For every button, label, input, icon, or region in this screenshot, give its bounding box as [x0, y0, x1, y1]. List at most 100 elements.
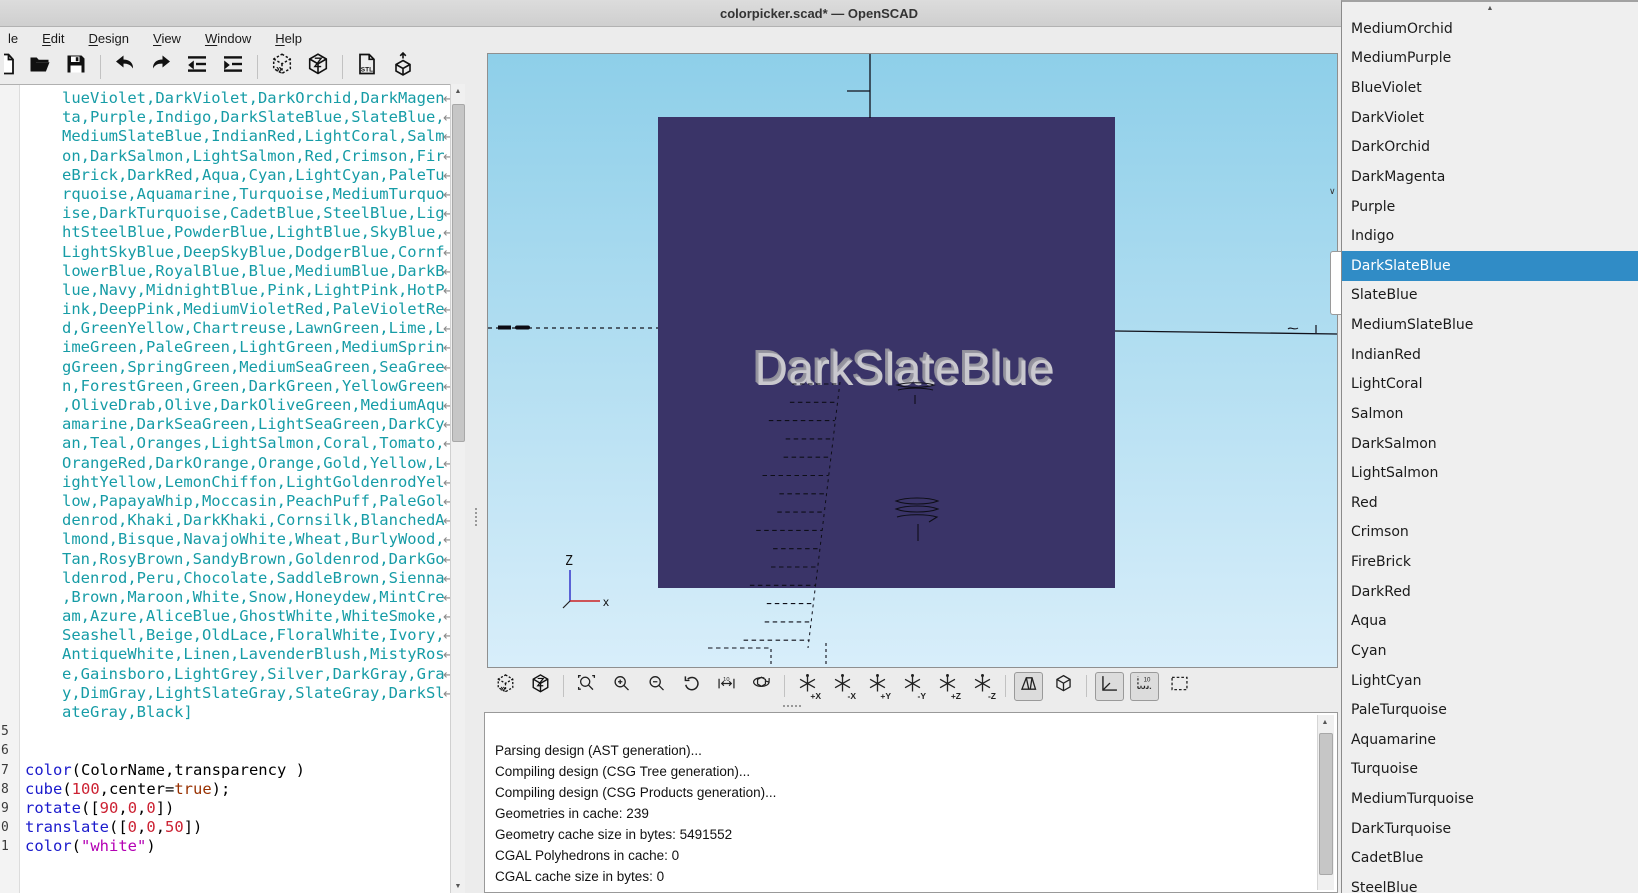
line-number: 6 [1, 743, 9, 759]
orbit-button[interactable] [747, 672, 776, 701]
dropdown-item[interactable]: FireBrick [1342, 547, 1638, 577]
scroll-down-icon[interactable]: ▼ [451, 879, 465, 893]
scroll-up-icon[interactable]: ▲ [451, 84, 465, 98]
dropdown-item[interactable]: Aqua [1342, 607, 1638, 637]
dropdown-item[interactable]: DarkOrchid [1342, 133, 1638, 163]
dropdown-item[interactable]: MediumTurquoise [1342, 784, 1638, 814]
dropdown-item[interactable]: MediumPurple [1342, 44, 1638, 74]
wrap-marker-icon: ↵ [443, 416, 450, 435]
view-right-button[interactable]: +X [793, 672, 822, 701]
show-scale-icon: 10 [1134, 673, 1155, 699]
menu-item-le[interactable]: le [2, 30, 24, 47]
toolbar-separator [563, 675, 564, 697]
render-button[interactable] [526, 672, 555, 701]
editor-line: 7 color(ColorName,transparency ) [1, 760, 305, 779]
redo-button[interactable] [147, 53, 175, 81]
toolbar-separator [257, 54, 258, 79]
dropdown-item[interactable]: DarkMagenta [1342, 162, 1638, 192]
dropdown-item[interactable]: LightCoral [1342, 370, 1638, 400]
wrap-marker-icon: ↵ [443, 512, 450, 531]
wrap-marker-icon: ↵ [443, 205, 450, 224]
dropdown-item[interactable]: LightSalmon [1342, 458, 1638, 488]
undo-button[interactable] [111, 53, 139, 81]
view-front-button[interactable]: -Y [898, 672, 927, 701]
dropdown-item[interactable]: Red [1342, 488, 1638, 518]
zoom-out-button[interactable] [642, 672, 671, 701]
zoom-in-button[interactable] [607, 672, 636, 701]
console-scrollbar[interactable]: ▲ [1317, 715, 1334, 890]
menu-item-edit[interactable]: Edit [36, 30, 70, 47]
wrap-marker-icon: ↵ [443, 455, 450, 474]
dropdown-item[interactable]: DarkSalmon [1342, 429, 1638, 459]
console-scrollbar-thumb[interactable] [1319, 733, 1333, 875]
dropdown-item[interactable]: IndianRed [1342, 340, 1638, 370]
render-icon [306, 52, 330, 81]
menu-item-help[interactable]: Help [269, 30, 308, 47]
editor-line: ink,DeepPink,MediumVioletRed,PaleVioletR… [0, 300, 450, 319]
view-bottom-button[interactable]: -Z [968, 672, 997, 701]
reset-view-button[interactable] [677, 672, 706, 701]
dropdown-item[interactable]: Crimson [1342, 518, 1638, 548]
show-axes-button[interactable] [1095, 671, 1124, 701]
menu-item-window[interactable]: Window [199, 30, 257, 47]
dropdown-item[interactable]: MediumOrchid [1342, 14, 1638, 44]
export-stl-button[interactable]: STL [353, 53, 381, 81]
3d-viewport[interactable]: DarkSlateBlue Zx [487, 53, 1338, 668]
editor-scrollbar[interactable]: ▲ ▼ [450, 84, 465, 893]
line-number: 9 [1, 800, 9, 816]
dropdown-item[interactable]: Aquamarine [1342, 725, 1638, 755]
menu-item-design[interactable]: Design [83, 30, 135, 47]
orthogonal-button[interactable] [1049, 672, 1078, 701]
view-all-button[interactable]: 10 [712, 672, 741, 701]
code-editor[interactable]: lueViolet,DarkViolet,DarkOrchid,DarkMage… [0, 84, 450, 893]
view-top-button[interactable]: +Z [933, 672, 962, 701]
dropdown-item[interactable]: Salmon [1342, 399, 1638, 429]
indent-button[interactable] [219, 53, 247, 81]
render-button[interactable] [304, 53, 332, 81]
wrap-marker-icon: ↵ [443, 474, 450, 493]
console-splitter-handle[interactable] [783, 705, 801, 707]
zoom-all-button[interactable] [572, 672, 601, 701]
wrap-marker-icon: ↵ [443, 263, 450, 282]
dropdown-item[interactable]: BlueViolet [1342, 73, 1638, 103]
preview-button[interactable]: » [491, 672, 520, 701]
show-crosshair-button[interactable] [1165, 672, 1194, 701]
dropdown-item[interactable]: DarkRed [1342, 577, 1638, 607]
dropdown-item[interactable]: Turquoise [1342, 755, 1638, 785]
dropdown-item[interactable]: DarkTurquoise [1342, 814, 1638, 844]
wrap-marker-icon: ↵ [443, 435, 450, 454]
new-file-button[interactable] [4, 53, 18, 81]
dropdown-scroll-up-icon[interactable]: ▲ [1342, 2, 1638, 14]
open-file-button[interactable] [26, 53, 54, 81]
dropdown-item[interactable]: Purple [1342, 192, 1638, 222]
preview-button[interactable]: » [268, 53, 296, 81]
editor-line: lueViolet,DarkViolet,DarkOrchid,DarkMage… [0, 89, 450, 108]
editor-line: ,OliveDrab,Olive,DarkOliveGreen,MediumAq… [0, 396, 450, 415]
dropdown-item[interactable]: PaleTurquoise [1342, 695, 1638, 725]
dropdown-item[interactable]: DarkViolet [1342, 103, 1638, 133]
dropdown-item-selected[interactable]: DarkSlateBlue [1342, 251, 1638, 281]
dropdown-item[interactable]: SteelBlue [1342, 873, 1638, 893]
orthogonal-icon [1053, 673, 1074, 699]
view-back-button[interactable]: +Y [863, 672, 892, 701]
menu-item-view[interactable]: View [147, 30, 187, 47]
save-button[interactable] [62, 53, 90, 81]
dropdown-item[interactable]: LightCyan [1342, 666, 1638, 696]
dropdown-item[interactable]: MediumSlateBlue [1342, 310, 1638, 340]
axis-label: +Z [950, 690, 961, 701]
zoom-out-icon [646, 673, 667, 699]
dropdown-item[interactable]: Cyan [1342, 636, 1638, 666]
view-left-button[interactable]: -X [828, 672, 857, 701]
scroll-up-icon[interactable]: ▲ [1318, 715, 1332, 729]
print-3d-button[interactable] [389, 51, 417, 81]
editor-line: e,Gainsboro,LightGrey,Silver,DarkGray,Gr… [0, 665, 450, 684]
perspective-button[interactable] [1014, 671, 1043, 701]
dropdown-item[interactable]: Indigo [1342, 221, 1638, 251]
export-stl-icon: STL [355, 52, 379, 81]
show-scale-button[interactable]: 10 [1130, 671, 1159, 701]
editor-line: AntiqueWhite,Linen,LavenderBlush,MistyRo… [0, 645, 450, 664]
dropdown-item[interactable]: CadetBlue [1342, 844, 1638, 874]
dropdown-item[interactable]: SlateBlue [1342, 281, 1638, 311]
wrap-marker-icon: ↵ [443, 551, 450, 570]
unindent-button[interactable] [183, 53, 211, 81]
